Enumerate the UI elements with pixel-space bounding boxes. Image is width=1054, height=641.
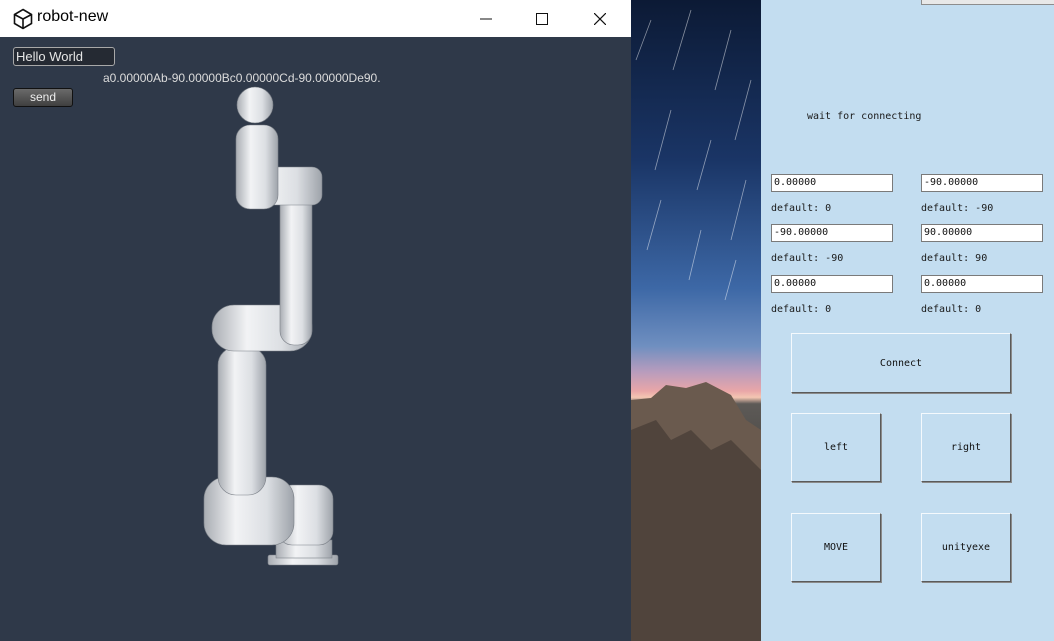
joint-6-input[interactable]: 0.00000 <box>921 275 1043 293</box>
unity-window: robot-new Hello World send a0.00000Ab-90… <box>0 0 631 641</box>
joint-3-default-label: default: -90 <box>771 253 844 264</box>
scene-viewport[interactable]: Hello World send a0.00000Ab-90.00000Bc0.… <box>3 37 631 641</box>
joint-5-input[interactable]: 0.00000 <box>771 275 893 293</box>
joint-6-default-label: default: 0 <box>921 304 982 315</box>
joint-3-input[interactable]: -90.00000 <box>771 224 893 242</box>
left-button[interactable]: left <box>791 413 881 482</box>
unity-logo-icon <box>13 8 33 30</box>
close-button[interactable] <box>571 0 629 37</box>
joint-1-default-label: default: 0 <box>771 203 832 214</box>
minimize-icon <box>480 18 492 19</box>
minimize-button[interactable] <box>457 0 515 37</box>
send-button[interactable]: send <box>13 88 73 107</box>
connect-button[interactable]: Connect <box>791 333 1011 393</box>
message-input[interactable]: Hello World <box>13 47 115 66</box>
maximize-icon <box>536 12 548 25</box>
joint-4-input[interactable]: 90.00000 <box>921 224 1043 242</box>
joint-2-default-label: default: -90 <box>921 203 994 214</box>
joint-4-default-label: default: 90 <box>921 253 988 264</box>
close-icon <box>594 12 606 25</box>
move-button[interactable]: MOVE <box>791 513 881 582</box>
robot-arm-model <box>203 86 339 566</box>
window-title: robot-new <box>37 8 109 25</box>
right-button[interactable]: right <box>921 413 1011 482</box>
maximize-button[interactable] <box>513 0 571 37</box>
unityexe-button[interactable]: unityexe <box>921 513 1011 582</box>
joint-status-text: a0.00000Ab-90.00000Bc0.00000Cd-90.00000D… <box>103 71 381 85</box>
top-control-edge[interactable] <box>921 0 1054 5</box>
control-form: wait for connecting 0.00000 default: 0 -… <box>761 0 1054 641</box>
joint-1-input[interactable]: 0.00000 <box>771 174 893 192</box>
title-bar[interactable]: robot-new <box>0 0 631 37</box>
connection-status-label: wait for connecting <box>807 111 922 122</box>
joint-2-input[interactable]: -90.00000 <box>921 174 1043 192</box>
joint-5-default-label: default: 0 <box>771 304 832 315</box>
desktop-wallpaper <box>631 0 761 641</box>
star-trails-image <box>631 9 761 641</box>
